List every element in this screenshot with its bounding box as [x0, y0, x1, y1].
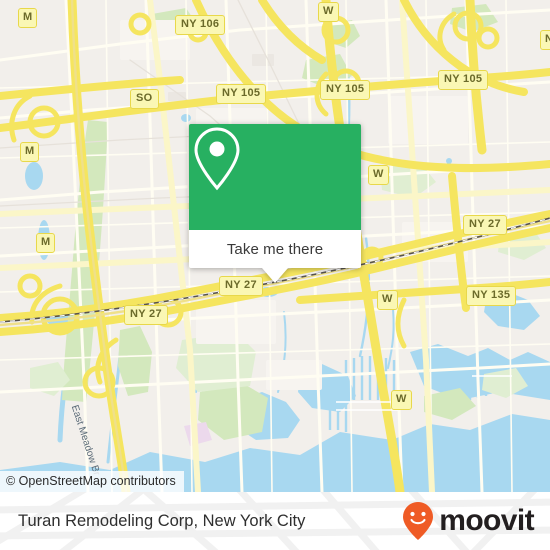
moovit-brand[interactable]: moovit: [401, 492, 535, 550]
road-shield: SO: [130, 89, 159, 109]
road-shield: NY 27: [219, 276, 263, 296]
moovit-pin-smile-icon: [403, 502, 434, 540]
road-shield: W: [391, 390, 412, 410]
map-canvas[interactable]: .bg{fill:#f2efeb} .wtr{fill:#a8d8f0} .gr…: [0, 0, 550, 492]
road-shield: NY 106: [175, 15, 226, 35]
popup-pointer-tail: [262, 268, 288, 283]
road-shield: NY 105: [320, 80, 371, 100]
road-shield: M: [18, 8, 38, 28]
road-shield: NY 135: [466, 286, 517, 306]
road-shield: M: [20, 142, 40, 162]
moovit-wordmark: moovit: [439, 504, 534, 537]
take-me-there-label: Take me there: [226, 240, 324, 258]
moovit-map-screenshot: .bg{fill:#f2efeb} .wtr{fill:#a8d8f0} .gr…: [0, 0, 550, 550]
location-popup-card[interactable]: Take me there: [189, 124, 361, 283]
road-shield: NY 27: [463, 215, 507, 235]
footer-bar: Turan Remodeling Corp, New York City moo…: [0, 492, 550, 550]
osm-attribution[interactable]: © OpenStreetMap contributors: [0, 471, 184, 492]
road-shield: NY 27: [124, 305, 168, 325]
map-pin-icon: [194, 127, 240, 191]
popup-header: [189, 124, 361, 230]
popup-action-bar[interactable]: Take me there: [189, 230, 361, 283]
road-shield: NY 105: [438, 70, 489, 90]
road-shield: W: [368, 165, 389, 185]
road-shield: N: [540, 30, 550, 50]
road-shield: W: [318, 2, 339, 22]
road-shield: W: [377, 290, 398, 310]
road-shield: NY 105: [216, 84, 267, 104]
road-shield: M: [36, 233, 56, 253]
page-title: Turan Remodeling Corp, New York City: [18, 511, 306, 530]
